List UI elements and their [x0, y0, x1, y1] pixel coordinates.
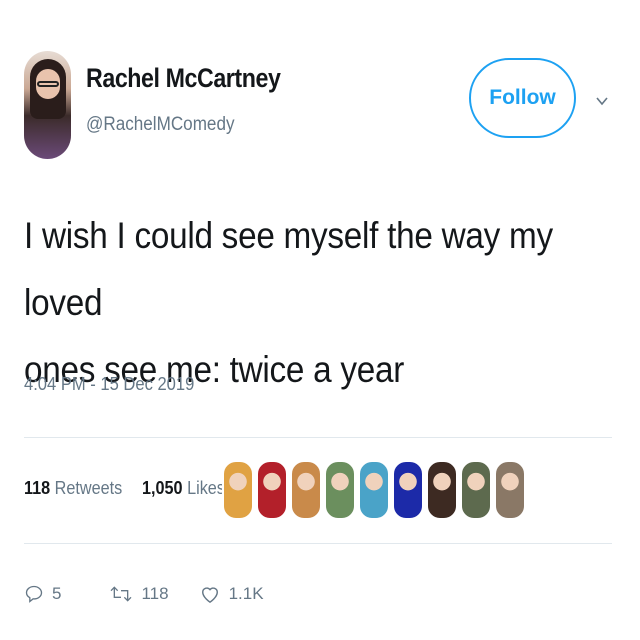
- action-bar: 5 118 1.1K: [24, 584, 294, 604]
- liker-avatar[interactable]: [426, 460, 458, 520]
- liker-avatar[interactable]: [494, 460, 526, 520]
- reply-count: 5: [52, 584, 62, 603]
- likes-count[interactable]: 1,050: [142, 478, 183, 498]
- divider: [24, 437, 612, 438]
- liker-avatar[interactable]: [222, 460, 254, 520]
- retweets-count[interactable]: 118: [24, 478, 50, 498]
- author-handle[interactable]: @RachelMComedy: [86, 114, 235, 136]
- liker-avatar[interactable]: [460, 460, 492, 520]
- chevron-down-icon[interactable]: [594, 93, 610, 109]
- retweet-button[interactable]: 118: [109, 584, 169, 604]
- heart-icon: [201, 587, 218, 604]
- author-avatar[interactable]: [24, 51, 71, 159]
- liker-avatars: [222, 460, 528, 520]
- reply-icon: [25, 585, 43, 603]
- liker-avatar[interactable]: [290, 460, 322, 520]
- reply-button[interactable]: 5: [24, 584, 61, 604]
- author-name[interactable]: Rachel McCartney: [86, 63, 281, 94]
- tweet-timestamp[interactable]: 4:04 PM - 15 Dec 2019: [24, 374, 194, 395]
- retweet-icon: [110, 586, 132, 602]
- like-count: 1.1K: [228, 584, 264, 603]
- tweet-text: I wish I could see myself the way my lov…: [24, 202, 564, 403]
- tweet-stats: 118 Retweets 1,050 Likes: [24, 478, 225, 499]
- follow-button[interactable]: Follow: [469, 58, 576, 138]
- liker-avatar[interactable]: [392, 460, 424, 520]
- liker-avatar[interactable]: [324, 460, 356, 520]
- divider: [24, 543, 612, 544]
- retweet-count: 118: [141, 584, 169, 603]
- avatar-glasses: [37, 81, 59, 87]
- like-button[interactable]: 1.1K: [199, 584, 264, 604]
- liker-avatar[interactable]: [358, 460, 390, 520]
- retweets-label[interactable]: Retweets: [55, 478, 123, 498]
- liker-avatar[interactable]: [256, 460, 288, 520]
- tweet-text-line: I wish I could see myself the way my lov…: [24, 215, 553, 323]
- likes-label[interactable]: Likes: [187, 478, 225, 498]
